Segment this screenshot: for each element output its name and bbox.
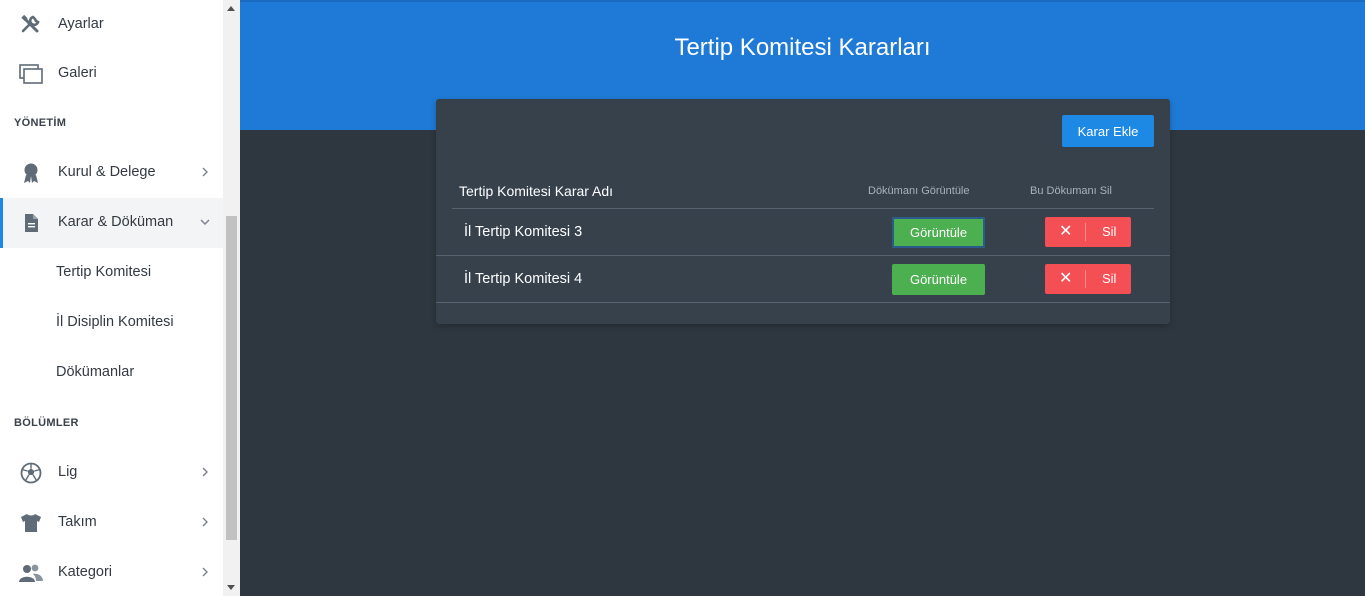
decisions-card: Karar Ekle Tertip Komitesi Karar Adı Dök… xyxy=(436,99,1170,324)
table-row: İl Tertip Komitesi 4 Görüntüle ✕ Sil xyxy=(436,256,1170,302)
sidebar-subitem-il-disiplin-komitesi[interactable]: İl Disiplin Komitesi xyxy=(0,298,223,348)
table-row: İl Tertip Komitesi 3 Görüntüle ✕ Sil xyxy=(436,209,1170,255)
sidebar-scrollbar[interactable] xyxy=(223,0,240,596)
sidebar-item-lig[interactable]: Lig xyxy=(0,448,223,498)
section-title-bolumler: BÖLÜMLER xyxy=(14,417,79,429)
soccer-ball-icon xyxy=(19,461,43,485)
view-document-button[interactable]: Görüntüle xyxy=(892,217,985,248)
sidebar-item-galeri[interactable]: Galeri xyxy=(0,49,223,99)
medal-icon xyxy=(19,161,43,185)
column-header-view: Dökümanı Görüntüle xyxy=(868,185,970,197)
sidebar-subitem-dokumanlar[interactable]: Dökümanlar xyxy=(0,348,223,398)
scroll-down-arrow-icon[interactable] xyxy=(227,585,235,590)
sidebar: Ayarlar Galeri YÖNETİM Kurul & Delege Ka… xyxy=(0,0,223,596)
close-icon: ✕ xyxy=(1059,270,1073,287)
sidebar-item-label: Ayarlar xyxy=(58,16,104,32)
chevron-right-icon xyxy=(199,566,211,578)
column-header-delete: Bu Dökumanı Sil xyxy=(1030,185,1112,197)
main-content: Tertip Komitesi Kararları Karar Ekle Ter… xyxy=(240,0,1365,596)
delete-document-button[interactable]: ✕ Sil xyxy=(1045,217,1131,247)
chevron-right-icon xyxy=(199,166,211,178)
users-icon xyxy=(19,561,43,585)
page-title: Tertip Komitesi Kararları xyxy=(674,34,931,61)
tools-icon xyxy=(19,13,43,37)
decision-name: İl Tertip Komitesi 4 xyxy=(464,271,583,287)
sidebar-item-label: Takım xyxy=(58,514,97,530)
sidebar-item-label: Kategori xyxy=(58,564,113,580)
row-divider xyxy=(436,302,1170,303)
sidebar-subitem-label: Dökümanlar xyxy=(56,364,135,380)
section-title-yonetim: YÖNETİM xyxy=(14,117,67,129)
scrollbar-thumb[interactable] xyxy=(226,216,237,540)
sidebar-subitem-label: İl Disiplin Komitesi xyxy=(56,314,174,330)
sidebar-item-takim[interactable]: Takım xyxy=(0,498,223,548)
sidebar-item-karar-dokuman[interactable]: Karar & Döküman xyxy=(0,198,223,248)
add-decision-button[interactable]: Karar Ekle xyxy=(1062,115,1154,147)
decision-name: İl Tertip Komitesi 3 xyxy=(464,224,583,240)
scroll-up-arrow-icon[interactable] xyxy=(227,6,235,11)
sidebar-item-kurul-delege[interactable]: Kurul & Delege xyxy=(0,148,223,198)
chevron-right-icon xyxy=(199,516,211,528)
sidebar-item-label: Lig xyxy=(58,464,78,480)
sidebar-subitem-tertip-komitesi[interactable]: Tertip Komitesi xyxy=(0,248,223,298)
close-icon: ✕ xyxy=(1059,223,1073,240)
sidebar-item-label: Karar & Döküman xyxy=(58,214,174,230)
sidebar-item-kategori[interactable]: Kategori xyxy=(0,548,223,596)
delete-document-button[interactable]: ✕ Sil xyxy=(1045,264,1131,294)
sidebar-item-label: Galeri xyxy=(58,65,97,81)
chevron-down-icon xyxy=(199,216,211,228)
gallery-icon xyxy=(19,62,43,86)
view-document-button[interactable]: Görüntüle xyxy=(892,264,985,295)
document-icon xyxy=(19,211,43,235)
delete-label: Sil xyxy=(1102,224,1117,239)
shirt-icon xyxy=(19,511,43,535)
delete-label: Sil xyxy=(1102,271,1117,286)
column-header-name: Tertip Komitesi Karar Adı xyxy=(459,183,614,199)
sidebar-subitem-label: Tertip Komitesi xyxy=(56,264,152,280)
sidebar-item-label: Kurul & Delege xyxy=(58,164,156,180)
sidebar-item-ayarlar[interactable]: Ayarlar xyxy=(0,0,223,50)
chevron-right-icon xyxy=(199,466,211,478)
